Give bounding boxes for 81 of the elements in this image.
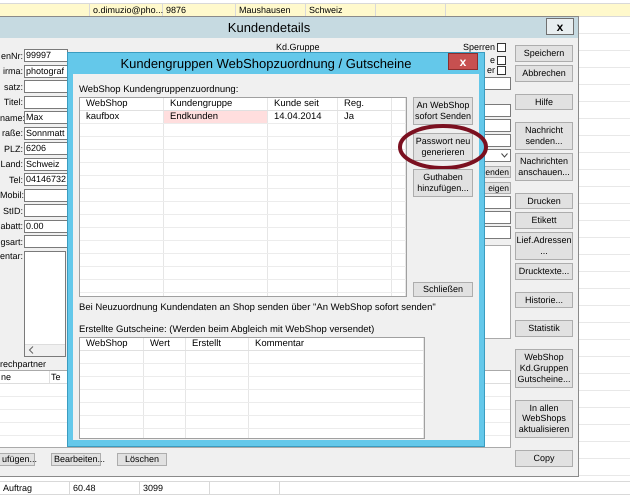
side-button[interactable]: Hilfe (515, 94, 573, 110)
side-button[interactable]: Abbrechen (515, 64, 573, 82)
column-header: WebShop (80, 98, 164, 110)
close-button[interactable]: Schließen (413, 282, 473, 297)
input-field[interactable]: Schweiz (24, 158, 68, 171)
column-header: ne (0, 371, 50, 383)
side-button[interactable]: WebShop Kd.Gruppen Gutscheine... (515, 349, 573, 388)
side-button[interactable]: Nachrichten anschauen... (515, 152, 573, 181)
field-label: Mobil: (0, 190, 24, 200)
input-field[interactable]: 99997 (24, 49, 68, 62)
checkbox-label: e (490, 55, 495, 65)
column-header: Kundengruppe (164, 98, 268, 110)
hint-text: Bei Neuzuordnung Kundendaten an Shop senden über "An WebShop sofort senden" (79, 302, 437, 313)
comment-field[interactable] (24, 250, 66, 356)
action-button[interactable]: ufügen... (0, 453, 35, 466)
field-label: enNr: (0, 50, 24, 61)
scrollbar[interactable] (25, 344, 65, 356)
column-header: WebShop (80, 338, 144, 350)
dialog-title: Kundengruppen WebShopzuordnung / Gutscheine (120, 56, 412, 71)
table-cell: Auftrag (0, 482, 70, 494)
input-field[interactable]: 04146732 (24, 173, 68, 186)
input-field[interactable]: Sonnmatt (24, 126, 68, 140)
table-cell: 60.48 (70, 482, 140, 494)
input-field[interactable]: photograf (24, 64, 68, 78)
field-label: irma: (2, 66, 24, 76)
side-button[interactable]: Statistik (515, 320, 573, 338)
side-button[interactable]: Copy (515, 450, 573, 467)
checkbox[interactable] (497, 56, 506, 64)
field-label: Land: (0, 159, 24, 170)
side-button[interactable]: Speichern (515, 45, 573, 62)
section-label: Erstellte Gutscheine: (Werden beim Abgleich mit WebShop versendet) (79, 324, 376, 335)
side-button[interactable]: Drucken (515, 192, 573, 210)
field-label: PLZ: (2, 144, 24, 154)
field-label: abatt: (0, 221, 24, 232)
input-field[interactable]: 0.00 (24, 220, 68, 233)
column-header: Kommentar (249, 338, 424, 350)
field-label: Tel: (8, 174, 24, 185)
column-header: Erstellt (186, 338, 249, 350)
checkbox[interactable] (497, 66, 506, 74)
input-field[interactable] (24, 188, 68, 202)
field-label: Titel: (2, 97, 24, 108)
section-label: WebShop Kundengruppenzuordnung: (79, 84, 240, 95)
field-label: entar: (0, 250, 24, 260)
checkbox-label: Sperren (462, 42, 495, 52)
side-button[interactable]: Drucktexte... (515, 262, 573, 280)
table-cell: 3099 (140, 482, 210, 494)
field-label: StID: (2, 206, 24, 216)
side-button[interactable]: In allen WebShops aktualisieren (515, 400, 573, 438)
table-cell: 14.04.2014 (268, 111, 338, 123)
chevron-down-icon[interactable] (501, 153, 508, 158)
tab[interactable]: rechpartner (0, 358, 50, 370)
field-label: name: (0, 112, 24, 123)
side-button[interactable]: Lief.Adressen ... (515, 232, 573, 260)
field-label: Kd.Gruppe (276, 42, 320, 52)
side-button[interactable]: Historie... (515, 292, 573, 308)
window-title: Kundendetails (228, 20, 310, 35)
column-header: Reg. (338, 98, 392, 110)
side-button[interactable]: Nachricht senden... (515, 122, 573, 150)
input-field[interactable] (24, 235, 68, 248)
input-field[interactable] (24, 204, 68, 218)
action-button[interactable]: Löschen (117, 453, 167, 466)
table-cell: Endkunden (164, 111, 268, 123)
input-field[interactable] (24, 96, 68, 109)
input-field[interactable]: Max (24, 111, 68, 124)
close-button[interactable]: x (448, 53, 478, 70)
field-label: raße: (0, 128, 24, 138)
checkbox-label: er (486, 65, 495, 75)
table-cell: Ja (338, 111, 392, 123)
action-button[interactable]: Passwort neu generieren (413, 133, 473, 161)
field-label: gsart: (0, 236, 24, 247)
checkbox[interactable] (497, 42, 506, 52)
field-label: satz: (2, 82, 24, 92)
column-header: Kunde seit (268, 98, 338, 110)
input-field[interactable]: 6206 (24, 142, 68, 156)
input-field[interactable] (24, 80, 68, 94)
action-button[interactable]: Guthaben hinzufügen... (413, 169, 473, 197)
close-button[interactable]: x (546, 18, 574, 35)
column-header: Wert (144, 338, 186, 350)
side-button[interactable]: Etikett (515, 212, 573, 230)
action-button[interactable]: An WebShop sofort Senden (413, 97, 473, 125)
scroll-left-icon[interactable] (28, 346, 34, 354)
